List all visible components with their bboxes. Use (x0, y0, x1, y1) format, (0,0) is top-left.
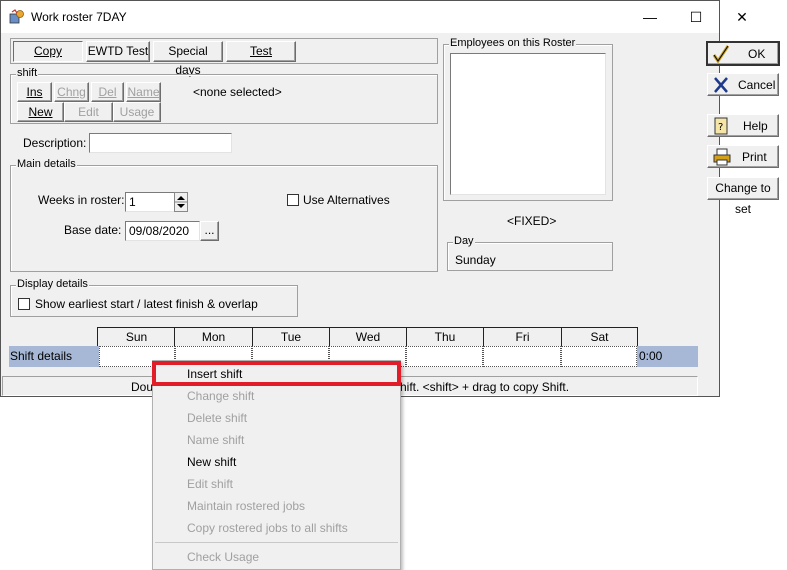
checkmark-icon (712, 45, 730, 64)
menu-item-new-shift[interactable]: New shift (187, 455, 236, 469)
context-menu: Insert shift Change shift Delete shift N… (152, 360, 401, 570)
base-date-input[interactable]: 09/08/2020 (125, 221, 200, 241)
name-button[interactable]: Name (126, 82, 161, 102)
shift-total: 0:00 (637, 346, 698, 367)
menu-item-maintain-rostered-jobs[interactable]: Maintain rostered jobs (187, 499, 305, 513)
weeks-in-roster-input[interactable]: 1 (125, 192, 175, 212)
employees-list[interactable] (450, 53, 606, 195)
menu-item-check-usage[interactable]: Check Usage (187, 550, 259, 564)
cancel-button[interactable]: Cancel (707, 73, 779, 96)
minimize-button[interactable]: — (627, 1, 673, 33)
shift-selection-text: <none selected> (193, 85, 282, 99)
use-alternatives-label: Use Alternatives (303, 193, 390, 207)
special-days-tab[interactable]: Special days (153, 41, 223, 77)
menu-item-name-shift[interactable]: Name shift (187, 433, 244, 447)
grid-header-fri: Fri (483, 327, 561, 346)
copy-tab[interactable]: Copy (13, 41, 83, 62)
weeks-in-roster-label: Weeks in roster: (38, 193, 125, 207)
del-button[interactable]: Del (91, 82, 124, 102)
change-to-set-button[interactable]: Change to set (707, 177, 779, 216)
window-title: Work roster 7DAY (31, 10, 127, 24)
use-alternatives-checkbox[interactable] (287, 194, 299, 206)
highlight-box (152, 361, 401, 386)
main-details-group: Main details (10, 158, 438, 272)
menu-item-change-shift[interactable]: Change shift (187, 389, 254, 403)
printer-icon (713, 148, 731, 166)
usage-button[interactable]: Usage (113, 102, 161, 122)
grid-header-thu: Thu (406, 327, 483, 346)
base-date-label: Base date: (64, 223, 122, 237)
shift-details-row-label[interactable]: Shift details (9, 346, 99, 367)
menu-item-delete-shift[interactable]: Delete shift (187, 411, 247, 425)
grid-header-sun: Sun (97, 327, 175, 346)
fixed-label: <FIXED> (507, 214, 557, 228)
new-button[interactable]: New (17, 102, 64, 122)
cancel-x-icon (714, 77, 728, 93)
grid-header-mon: Mon (174, 327, 252, 346)
help-book-icon: ? (714, 117, 728, 135)
edit-button[interactable]: Edit (64, 102, 113, 122)
app-icon (9, 9, 24, 24)
help-button[interactable]: ? Help (707, 114, 779, 137)
menu-separator (155, 542, 398, 543)
status-text-right: hift. <shift> + drag to copy Shift. (400, 380, 570, 394)
date-picker-button[interactable]: ... (200, 221, 219, 241)
grid-cell-sat[interactable] (561, 346, 637, 367)
grid-header-wed: Wed (329, 327, 406, 346)
work-roster-window: Work roster 7DAY — ☐ ✕ Copy EWTD Test Sp… (0, 0, 780, 397)
menu-item-copy-rostered-jobs[interactable]: Copy rostered jobs to all shifts (187, 521, 348, 535)
description-label: Description: (23, 136, 87, 150)
maximize-button[interactable]: ☐ (673, 1, 719, 33)
close-icon: ✕ (736, 9, 748, 25)
ins-button[interactable]: Ins (17, 82, 52, 102)
close-button[interactable]: ✕ (719, 1, 765, 33)
show-overlap-checkbox[interactable] (18, 298, 30, 310)
ok-button[interactable]: OK (706, 41, 780, 66)
grid-header-tue: Tue (252, 327, 329, 346)
minimize-icon: — (643, 9, 657, 25)
day-value: Sunday (455, 253, 496, 267)
print-button[interactable]: Print (707, 145, 779, 168)
show-overlap-label: Show earliest start / latest finish & ov… (35, 297, 258, 311)
grid-cell-fri[interactable] (483, 346, 561, 367)
svg-text:?: ? (718, 122, 723, 133)
grid-cell-thu[interactable] (406, 346, 483, 367)
maximize-icon: ☐ (689, 9, 703, 25)
chng-button[interactable]: Chng (54, 82, 89, 102)
menu-item-edit-shift[interactable]: Edit shift (187, 477, 233, 491)
grid-header-sat: Sat (561, 327, 638, 346)
test-tab[interactable]: Test (226, 41, 296, 62)
title-bar[interactable]: Work roster 7DAY — ☐ ✕ (1, 1, 748, 33)
ewtd-test-tab[interactable]: EWTD Test (86, 41, 150, 62)
spinner-arrows-icon (175, 196, 187, 208)
weeks-spinner[interactable] (174, 192, 188, 212)
description-input[interactable] (89, 133, 232, 153)
